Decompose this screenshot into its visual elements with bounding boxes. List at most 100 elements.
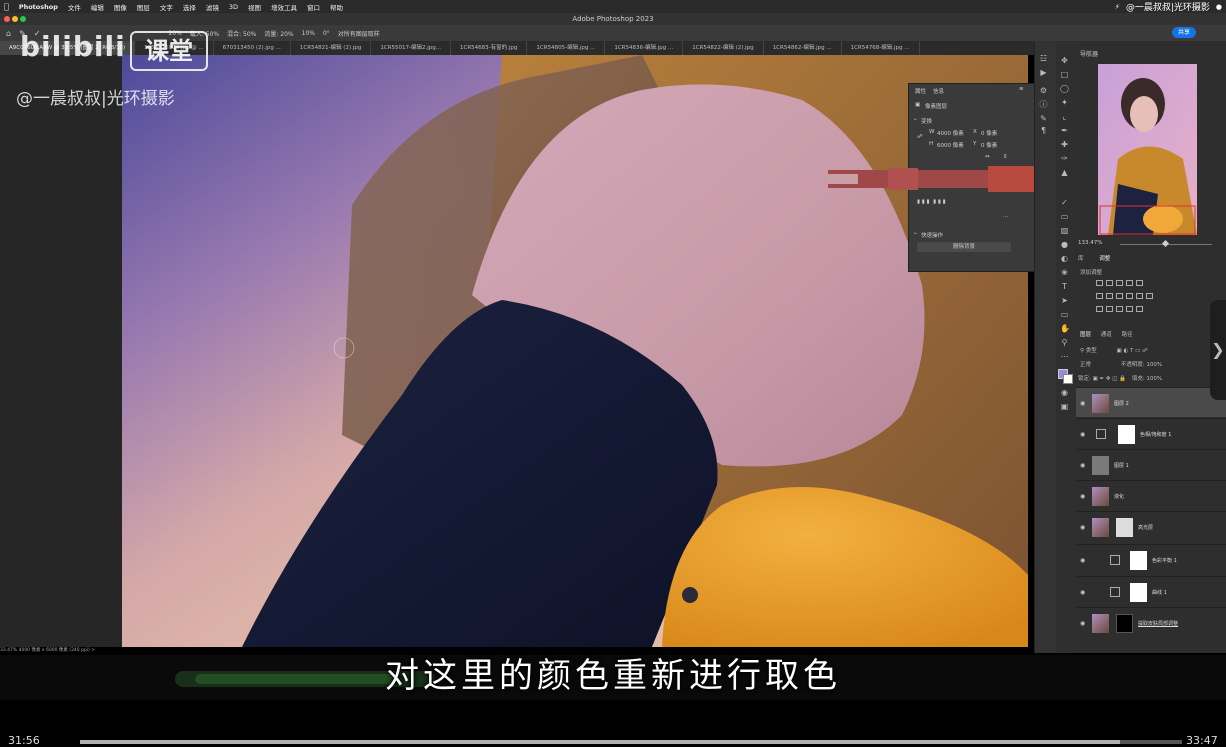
photo-filter-icon[interactable] bbox=[1126, 293, 1133, 299]
layer-name[interactable]: 提取皮肤局部调整 bbox=[1138, 620, 1178, 627]
filter-icons[interactable]: ▣ ◐ T ▭ ☍ bbox=[1117, 348, 1148, 354]
menu-view[interactable]: 视图 bbox=[248, 2, 261, 12]
move-tool-icon[interactable]: ✥ bbox=[1060, 57, 1069, 65]
crop-tool-icon[interactable]: ⌞ bbox=[1060, 113, 1069, 121]
tab-paths[interactable]: 路径 bbox=[1122, 332, 1133, 338]
eye-icon[interactable]: ◉ bbox=[1080, 620, 1085, 627]
layer-row[interactable]: ◉ 高光层 bbox=[1076, 511, 1226, 541]
fill-field[interactable]: 100% bbox=[1146, 376, 1162, 382]
remove-background-button[interactable]: 删除背景 bbox=[917, 242, 1011, 252]
share-button[interactable]: 共享 bbox=[1172, 27, 1196, 38]
chevron-down-icon[interactable]: ⌄ bbox=[913, 230, 918, 236]
x-field[interactable]: 0 像素 bbox=[981, 129, 997, 137]
layer-row[interactable]: ◉ 曲线 1 bbox=[1076, 576, 1226, 606]
y-field[interactable]: 0 像素 bbox=[981, 141, 997, 149]
align-icons[interactable]: ▮ ▮ ▮ ▮ ▮ ▮ bbox=[917, 199, 946, 205]
menu-window[interactable]: 窗口 bbox=[307, 2, 320, 12]
gradient-map-icon[interactable] bbox=[1126, 306, 1133, 312]
brush-tool-icon[interactable]: ✑ bbox=[1060, 155, 1069, 163]
document-canvas[interactable] bbox=[122, 55, 1028, 647]
navigator-tab[interactable]: 导航器 bbox=[1080, 49, 1098, 58]
flip-vertical-icon[interactable]: ⇕ bbox=[1003, 154, 1008, 160]
levels-icon[interactable] bbox=[1106, 280, 1113, 286]
layer-name[interactable]: 色彩平衡 1 bbox=[1152, 557, 1177, 564]
invert-icon[interactable] bbox=[1096, 306, 1103, 312]
type-tool-icon[interactable]: T bbox=[1060, 283, 1069, 291]
layer-name[interactable]: 色相/饱和度 1 bbox=[1140, 431, 1171, 438]
shape-tool-icon[interactable]: ▭ bbox=[1060, 311, 1069, 319]
pen-tool-icon[interactable]: ❀ bbox=[1060, 269, 1069, 277]
zoom-tool-icon[interactable]: ⚲ bbox=[1060, 339, 1069, 347]
next-arrow-icon[interactable]: ❯ bbox=[1210, 300, 1226, 400]
brightness-icon[interactable] bbox=[1096, 280, 1103, 286]
layer-row[interactable]: ◉ 提取皮肤局部调整 bbox=[1076, 607, 1226, 637]
properties-icon[interactable]: ⚙ bbox=[1039, 87, 1048, 95]
flip-horizontal-icon[interactable]: ⇔ bbox=[985, 154, 990, 160]
eye-icon[interactable]: ◉ bbox=[1080, 524, 1085, 531]
lasso-tool-icon[interactable]: ◯ bbox=[1060, 85, 1069, 93]
black-white-icon[interactable] bbox=[1116, 293, 1123, 299]
smoothing-value[interactable]: 10% bbox=[302, 30, 315, 37]
menu-help[interactable]: 帮助 bbox=[330, 2, 343, 12]
blur-tool-icon[interactable]: ● bbox=[1060, 241, 1069, 249]
exposure-icon[interactable] bbox=[1126, 280, 1133, 286]
eye-icon[interactable]: ◉ bbox=[1080, 589, 1085, 596]
menu-select[interactable]: 选择 bbox=[183, 2, 196, 12]
tab-layers[interactable]: 图层 bbox=[1080, 332, 1091, 338]
h-field[interactable]: 6000 像素 bbox=[937, 141, 964, 149]
lock-icons[interactable]: ▣ ✒ ✥ ◫ 🔒 bbox=[1093, 376, 1126, 382]
screen-mode-icon[interactable]: ▣ bbox=[1060, 403, 1069, 411]
opacity-field[interactable]: 100% bbox=[1146, 362, 1162, 368]
menu-filter[interactable]: 滤镜 bbox=[206, 2, 219, 12]
menu-type[interactable]: 文字 bbox=[160, 2, 173, 12]
stamp-tool-icon[interactable]: ▲ bbox=[1060, 169, 1069, 177]
path-select-icon[interactable]: ➤ bbox=[1060, 297, 1069, 305]
menu-file[interactable]: 文件 bbox=[68, 2, 81, 12]
navigator-thumbnail[interactable] bbox=[1098, 64, 1197, 235]
layer-row[interactable]: ◉ 图层 2 bbox=[1076, 387, 1226, 417]
eye-icon[interactable]: ◉ bbox=[1080, 431, 1085, 438]
layer-name[interactable]: 高光层 bbox=[1138, 524, 1153, 531]
angle-value[interactable]: 0° bbox=[323, 30, 330, 37]
eye-icon[interactable]: ◉ bbox=[1080, 462, 1085, 469]
apple-icon[interactable]:  bbox=[4, 2, 9, 11]
hue-saturation-icon[interactable] bbox=[1096, 293, 1103, 299]
menu-photoshop[interactable]: Photoshop bbox=[19, 3, 58, 11]
tab-document[interactable]: 1CR54805-编辑.jpg ... bbox=[527, 41, 606, 55]
menu-3d[interactable]: 3D bbox=[229, 3, 238, 11]
menu-image[interactable]: 图像 bbox=[114, 2, 127, 12]
layer-row[interactable]: ◉ 色相/饱和度 1 bbox=[1076, 418, 1226, 448]
gradient-tool-icon[interactable]: ▧ bbox=[1060, 227, 1069, 235]
hand-tool-icon[interactable]: ✋ bbox=[1060, 325, 1070, 333]
history-icon[interactable]: ☳ bbox=[1039, 55, 1048, 63]
layer-name[interactable]: 曲线 1 bbox=[1152, 589, 1167, 596]
link-icon[interactable]: ☍ bbox=[917, 134, 923, 140]
eyedropper-icon[interactable]: ✒ bbox=[1060, 127, 1069, 135]
layer-name[interactable]: 图层 1 bbox=[1114, 462, 1129, 469]
tab-info[interactable]: 信息 bbox=[933, 87, 944, 95]
posterize-icon[interactable] bbox=[1106, 306, 1113, 312]
tab-document[interactable]: 1CR54821-编辑 (2).jpg bbox=[291, 41, 372, 55]
tab-channels[interactable]: 通道 bbox=[1101, 332, 1112, 338]
menu-edit[interactable]: 编辑 bbox=[91, 2, 104, 12]
tab-document[interactable]: 1CR55017-编辑2.jpg... bbox=[371, 41, 452, 55]
more-options-icon[interactable]: ⋯ bbox=[1003, 214, 1009, 220]
more-tools-icon[interactable]: ⋯ bbox=[1060, 353, 1069, 361]
layer-row[interactable]: ◉ 液化 bbox=[1076, 480, 1226, 510]
eraser-icon[interactable]: ▭ bbox=[1060, 213, 1069, 221]
home-icon[interactable]: ⌂ bbox=[6, 29, 11, 38]
channel-mixer-icon[interactable] bbox=[1136, 293, 1143, 299]
healing-brush-icon[interactable]: ✚ bbox=[1060, 141, 1069, 149]
brush-settings-icon[interactable]: ✎ bbox=[1039, 115, 1048, 123]
menu-plugins[interactable]: 增效工具 bbox=[271, 2, 297, 12]
tab-document[interactable]: 1CR54768-编辑.jpg ... bbox=[842, 41, 920, 55]
tab-document[interactable]: 1CR54862-编辑.jpg ... bbox=[764, 41, 842, 55]
layer-row[interactable]: ◉ 图层 1 bbox=[1076, 449, 1226, 479]
quick-select-icon[interactable]: ✦ bbox=[1060, 99, 1069, 107]
navigator-zoom-value[interactable]: 133.47% bbox=[1078, 240, 1102, 246]
curves-icon[interactable] bbox=[1116, 280, 1123, 286]
marquee-tool-icon[interactable]: □ bbox=[1060, 71, 1069, 79]
info-icon[interactable]: ⓘ bbox=[1039, 101, 1048, 109]
history-brush-icon[interactable]: ✓ bbox=[1060, 199, 1069, 207]
tab-document[interactable]: 670313450 (2).jpg ... bbox=[214, 41, 291, 55]
